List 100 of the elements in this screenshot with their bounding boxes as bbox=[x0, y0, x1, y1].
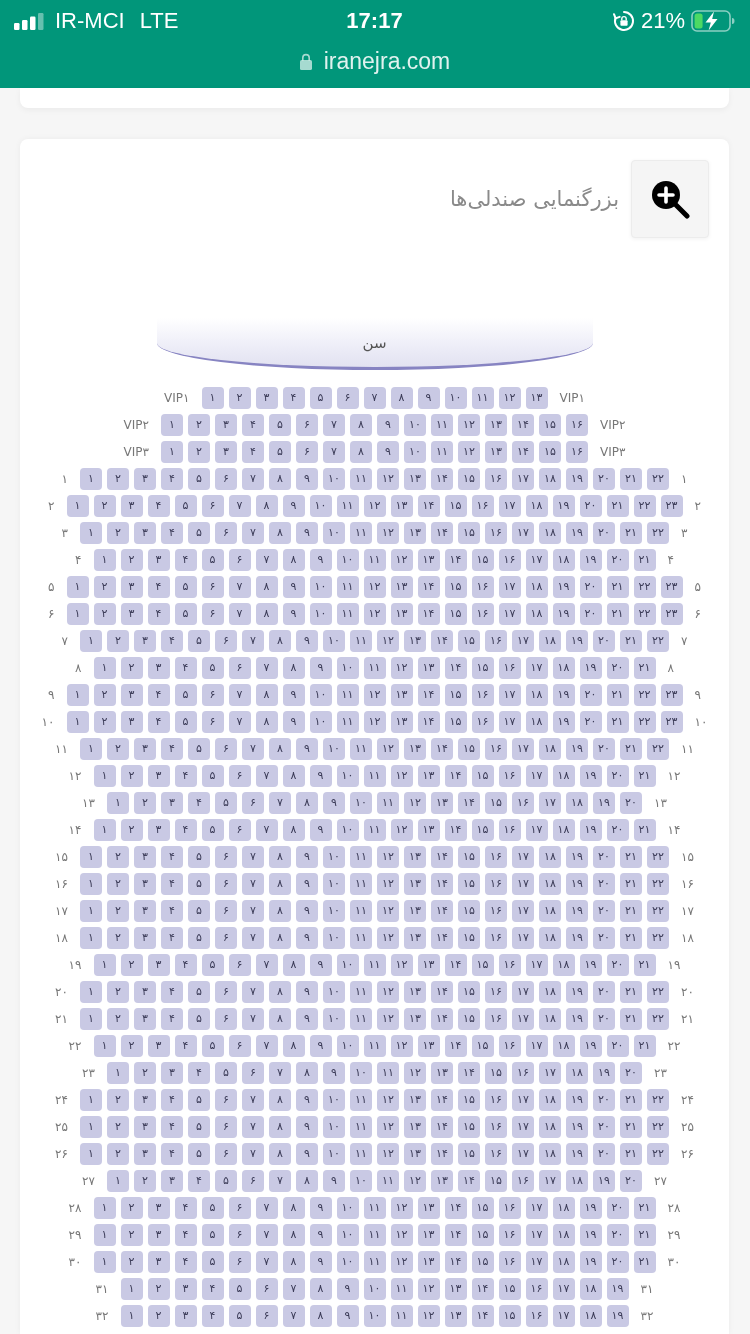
seat[interactable]: ۱۰ bbox=[336, 1251, 359, 1273]
seat[interactable]: ۱۳ bbox=[404, 873, 426, 895]
seat[interactable]: ۱ bbox=[80, 738, 102, 760]
seat[interactable]: ۲ bbox=[147, 1305, 170, 1327]
seat[interactable]: ۱۴ bbox=[431, 1089, 453, 1111]
seat[interactable]: ۹ bbox=[309, 657, 332, 679]
seat[interactable]: ۱ bbox=[80, 630, 102, 652]
seat[interactable]: ۱۸ bbox=[566, 1170, 588, 1192]
seat[interactable]: ۱۶ bbox=[485, 468, 507, 490]
seat[interactable]: ۵ bbox=[215, 792, 237, 814]
seat[interactable]: ۱۳ bbox=[417, 819, 440, 841]
seat[interactable]: ۶ bbox=[228, 954, 251, 976]
seat[interactable]: ۲۰ bbox=[579, 576, 602, 598]
seat[interactable]: ۵ bbox=[309, 387, 332, 409]
seat[interactable]: ۱۲ bbox=[404, 792, 426, 814]
seat[interactable]: ۱۶ bbox=[498, 1197, 521, 1219]
seat[interactable]: ۳ bbox=[134, 522, 156, 544]
seat[interactable]: ۱۹ bbox=[552, 495, 575, 517]
seat[interactable]: ۶ bbox=[215, 468, 237, 490]
seat[interactable]: ۵ bbox=[188, 900, 210, 922]
seat[interactable]: ۲ bbox=[188, 414, 210, 436]
seat[interactable]: ۲۰ bbox=[593, 738, 615, 760]
seat[interactable]: ۱۱ bbox=[363, 765, 386, 787]
seat[interactable]: ۲۲ bbox=[647, 900, 669, 922]
seat[interactable]: ۶ bbox=[215, 1089, 237, 1111]
seat[interactable]: ۲ bbox=[120, 1251, 143, 1273]
seat[interactable]: ۶ bbox=[215, 1143, 237, 1165]
seat[interactable]: ۱۰ bbox=[323, 1143, 345, 1165]
seat[interactable]: ۲۱ bbox=[633, 549, 656, 571]
seat[interactable]: ۵ bbox=[188, 1089, 210, 1111]
seat[interactable]: ۱۶ bbox=[471, 603, 494, 625]
seat[interactable]: ۱۲ bbox=[390, 657, 413, 679]
seat[interactable]: ۳ bbox=[147, 765, 170, 787]
seat[interactable]: ۱۶ bbox=[498, 549, 521, 571]
seat[interactable]: ۱۱ bbox=[390, 1278, 413, 1300]
seat[interactable]: ۲۱ bbox=[620, 522, 642, 544]
seat[interactable]: ۱۰ bbox=[444, 387, 467, 409]
seat[interactable]: ۱۶ bbox=[485, 522, 507, 544]
seat[interactable]: ۶ bbox=[336, 387, 359, 409]
seat[interactable]: ۱۷ bbox=[512, 468, 534, 490]
seat[interactable]: ۱۲ bbox=[404, 1170, 426, 1192]
seat[interactable]: ۸ bbox=[269, 846, 291, 868]
seat[interactable]: ۵ bbox=[201, 819, 224, 841]
seat[interactable]: ۵ bbox=[174, 576, 197, 598]
seat[interactable]: ۹ bbox=[309, 1197, 332, 1219]
seat[interactable]: ۱۹ bbox=[579, 954, 602, 976]
seat[interactable]: ۱۴ bbox=[417, 684, 440, 706]
seat[interactable]: ۶ bbox=[228, 1035, 251, 1057]
seat[interactable]: ۱۲ bbox=[377, 1008, 399, 1030]
seat[interactable]: ۱۰ bbox=[323, 981, 345, 1003]
seat[interactable]: ۹ bbox=[296, 873, 318, 895]
seat[interactable]: ۸ bbox=[269, 1089, 291, 1111]
seat[interactable]: ۹ bbox=[336, 1305, 359, 1327]
seat[interactable]: ۱۴ bbox=[417, 711, 440, 733]
seat[interactable]: ۳ bbox=[134, 846, 156, 868]
seat[interactable]: ۲۲ bbox=[633, 684, 656, 706]
seat[interactable]: ۴ bbox=[242, 441, 264, 463]
seat[interactable]: ۲۱ bbox=[620, 927, 642, 949]
seat[interactable]: ۱۵ bbox=[458, 1116, 480, 1138]
seat[interactable]: ۱۷ bbox=[512, 1116, 534, 1138]
seat[interactable]: ۱۱ bbox=[350, 468, 372, 490]
seat[interactable]: ۷ bbox=[242, 522, 264, 544]
seat[interactable]: ۱۸ bbox=[539, 981, 561, 1003]
seat[interactable]: ۱۵ bbox=[444, 711, 467, 733]
seat[interactable]: ۱۲ bbox=[390, 1224, 413, 1246]
seat[interactable]: ۱۲ bbox=[377, 873, 399, 895]
seat[interactable]: ۸ bbox=[282, 1035, 305, 1057]
seat[interactable]: ۲۰ bbox=[593, 873, 615, 895]
seat[interactable]: ۸ bbox=[269, 1008, 291, 1030]
seat[interactable]: ۹ bbox=[309, 765, 332, 787]
seat[interactable]: ۵ bbox=[188, 873, 210, 895]
seat[interactable]: ۱۷ bbox=[498, 684, 521, 706]
seat[interactable]: ۱۰ bbox=[336, 819, 359, 841]
seat[interactable]: ۱۵ bbox=[471, 1197, 494, 1219]
seat[interactable]: ۹ bbox=[309, 954, 332, 976]
seat[interactable]: ۱۹ bbox=[606, 1305, 629, 1327]
seat[interactable]: ۱۶ bbox=[485, 1089, 507, 1111]
seat[interactable]: ۱۵ bbox=[458, 1008, 480, 1030]
seat[interactable]: ۱۴ bbox=[431, 738, 453, 760]
seat[interactable]: ۱۹ bbox=[566, 1008, 588, 1030]
seat[interactable]: ۱ bbox=[161, 441, 183, 463]
seat[interactable]: ۱۳ bbox=[417, 954, 440, 976]
seat[interactable]: ۸ bbox=[296, 1062, 318, 1084]
seat[interactable]: ۱۷ bbox=[512, 522, 534, 544]
seat[interactable]: ۱۶ bbox=[512, 1170, 534, 1192]
seat[interactable]: ۲۱ bbox=[633, 1197, 656, 1219]
seat[interactable]: ۲۲ bbox=[647, 981, 669, 1003]
seat[interactable]: ۱۵ bbox=[498, 1305, 521, 1327]
seat[interactable]: ۱۵ bbox=[471, 819, 494, 841]
seat[interactable]: ۲۰ bbox=[593, 468, 615, 490]
seat[interactable]: ۲۲ bbox=[647, 522, 669, 544]
seat[interactable]: ۱۷ bbox=[539, 1062, 561, 1084]
seat[interactable]: ۹ bbox=[282, 495, 305, 517]
seat[interactable]: ۲۰ bbox=[620, 792, 642, 814]
seat[interactable]: ۱۳ bbox=[485, 414, 507, 436]
seat[interactable]: ۳ bbox=[147, 1224, 170, 1246]
seat[interactable]: ۷ bbox=[242, 1143, 264, 1165]
seat[interactable]: ۵ bbox=[188, 981, 210, 1003]
seat[interactable]: ۱۰ bbox=[350, 1062, 372, 1084]
seat[interactable]: ۹ bbox=[282, 576, 305, 598]
